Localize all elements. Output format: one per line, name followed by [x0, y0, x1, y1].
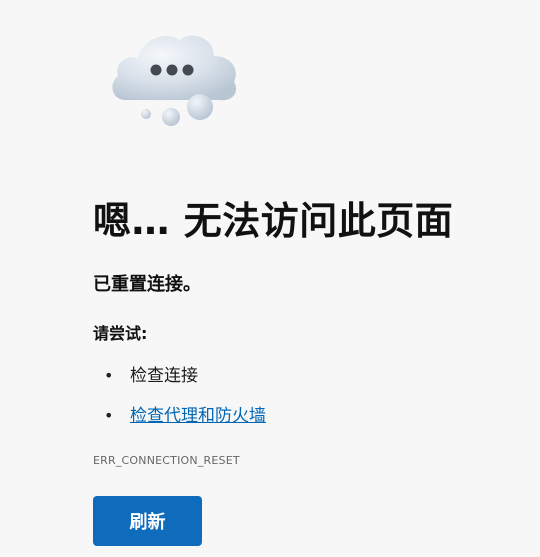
error-code: ERR_CONNECTION_RESET [93, 454, 240, 467]
refresh-button[interactable]: 刷新 [93, 496, 202, 546]
cloud-thinking-icon [112, 35, 237, 126]
suggestion-check-proxy-firewall: • 检查代理和防火墙 [93, 400, 266, 440]
suggestion-check-connection: • 检查连接 [93, 360, 266, 400]
check-proxy-firewall-link[interactable]: 检查代理和防火墙 [130, 406, 266, 426]
error-page: 嗯… 无法访问此页面 已重置连接。 请尝试: • 检查连接 • 检查代理和防火墙… [0, 0, 540, 557]
try-label: 请尝试: [93, 324, 148, 343]
suggestion-label: 检查连接 [130, 366, 198, 386]
page-title: 嗯… 无法访问此页面 [93, 199, 454, 243]
suggestion-list: • 检查连接 • 检查代理和防火墙 [93, 360, 266, 440]
error-message: 已重置连接。 [93, 274, 201, 295]
bullet-icon: • [104, 406, 114, 425]
bullet-icon: • [104, 366, 114, 385]
